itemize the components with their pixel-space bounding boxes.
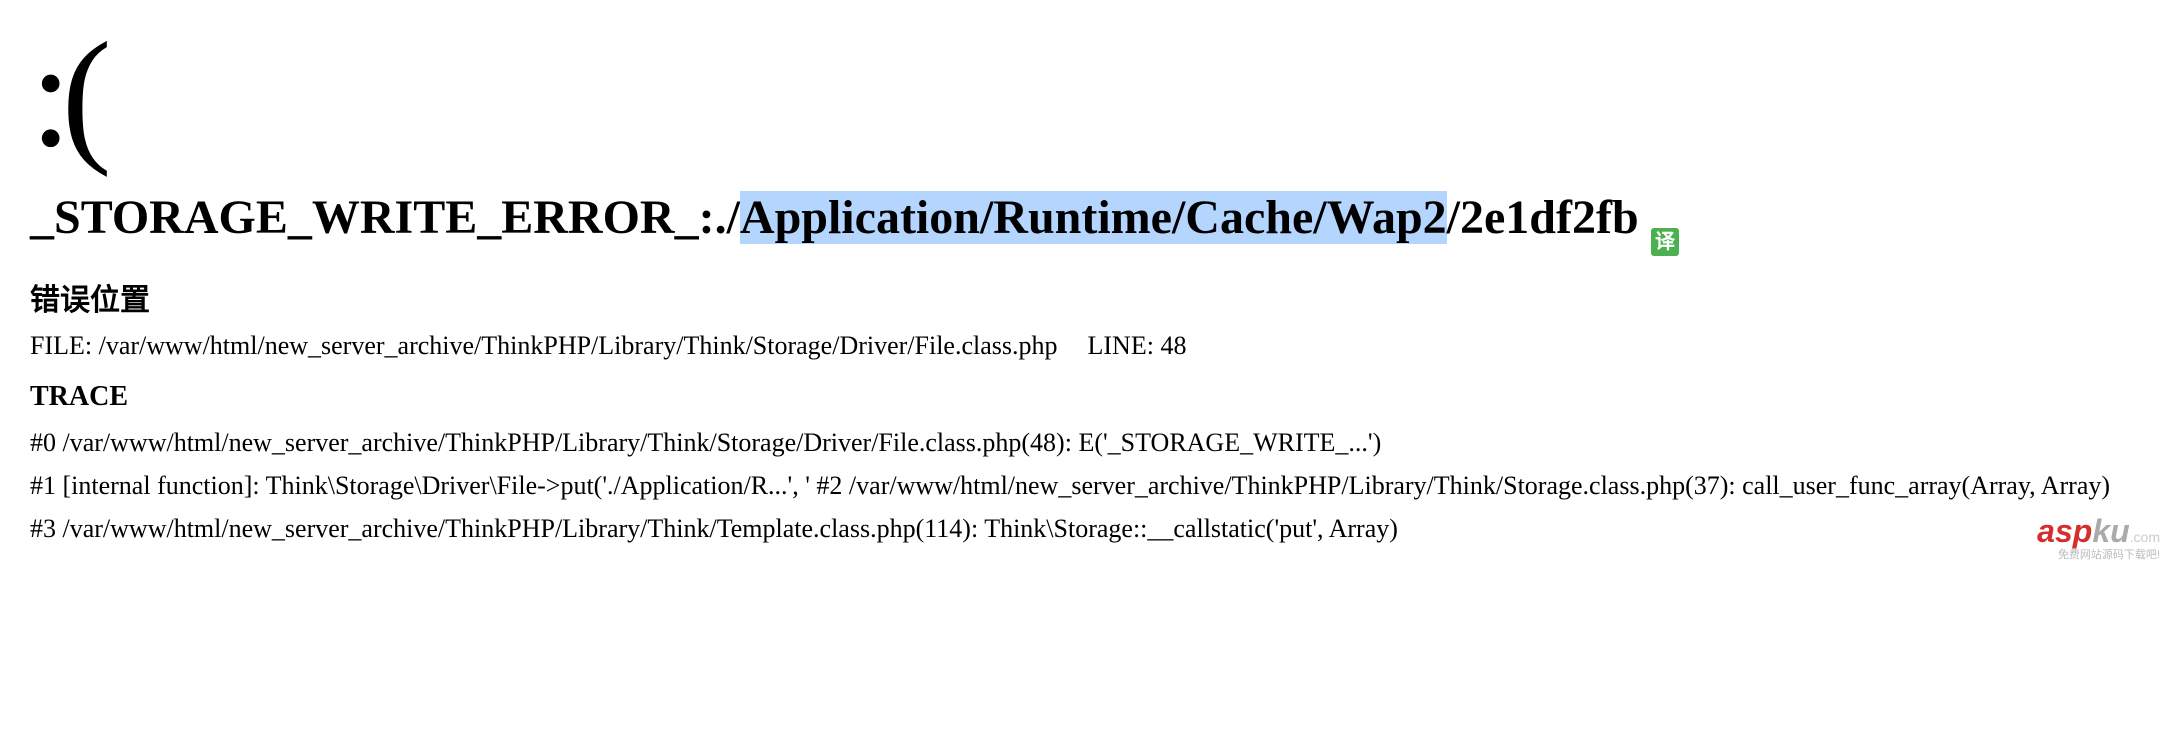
trace-heading: TRACE [30, 381, 2150, 413]
error-prefix: _STORAGE_WRITE_ERROR_:./ [30, 191, 740, 244]
sad-face-icon: :( [30, 20, 2150, 170]
line-number: 48 [1160, 331, 1186, 360]
watermark-red: asp [2037, 513, 2092, 549]
trace-line: #1 [internal function]: Think\Storage\Dr… [30, 466, 2150, 505]
file-line-info: FILE: /var/www/html/new_server_archive/T… [30, 331, 2150, 361]
trace-line: #0 /var/www/html/new_server_archive/Thin… [30, 423, 2150, 462]
watermark-gray: ku [2092, 513, 2129, 549]
file-label: FILE: [30, 331, 99, 360]
error-title: _STORAGE_WRITE_ERROR_:./Application/Runt… [30, 190, 2150, 245]
watermark-brand: aspku.com [2037, 513, 2160, 550]
watermark: aspku.com 免费网站源码下载吧! [2037, 513, 2160, 562]
watermark-suffix: .com [2130, 529, 2160, 545]
error-highlighted-path: Application/Runtime/Cache/Wap2 [740, 191, 1447, 244]
trace-line: #3 /var/www/html/new_server_archive/Thin… [30, 509, 2150, 548]
translate-badge[interactable]: 译 [1651, 228, 1679, 256]
location-heading: 错误位置 [30, 275, 2150, 319]
file-path: /var/www/html/new_server_archive/ThinkPH… [99, 331, 1058, 360]
error-suffix: /2e1df2fb [1447, 191, 1639, 244]
line-label: LINE: [1088, 331, 1161, 360]
